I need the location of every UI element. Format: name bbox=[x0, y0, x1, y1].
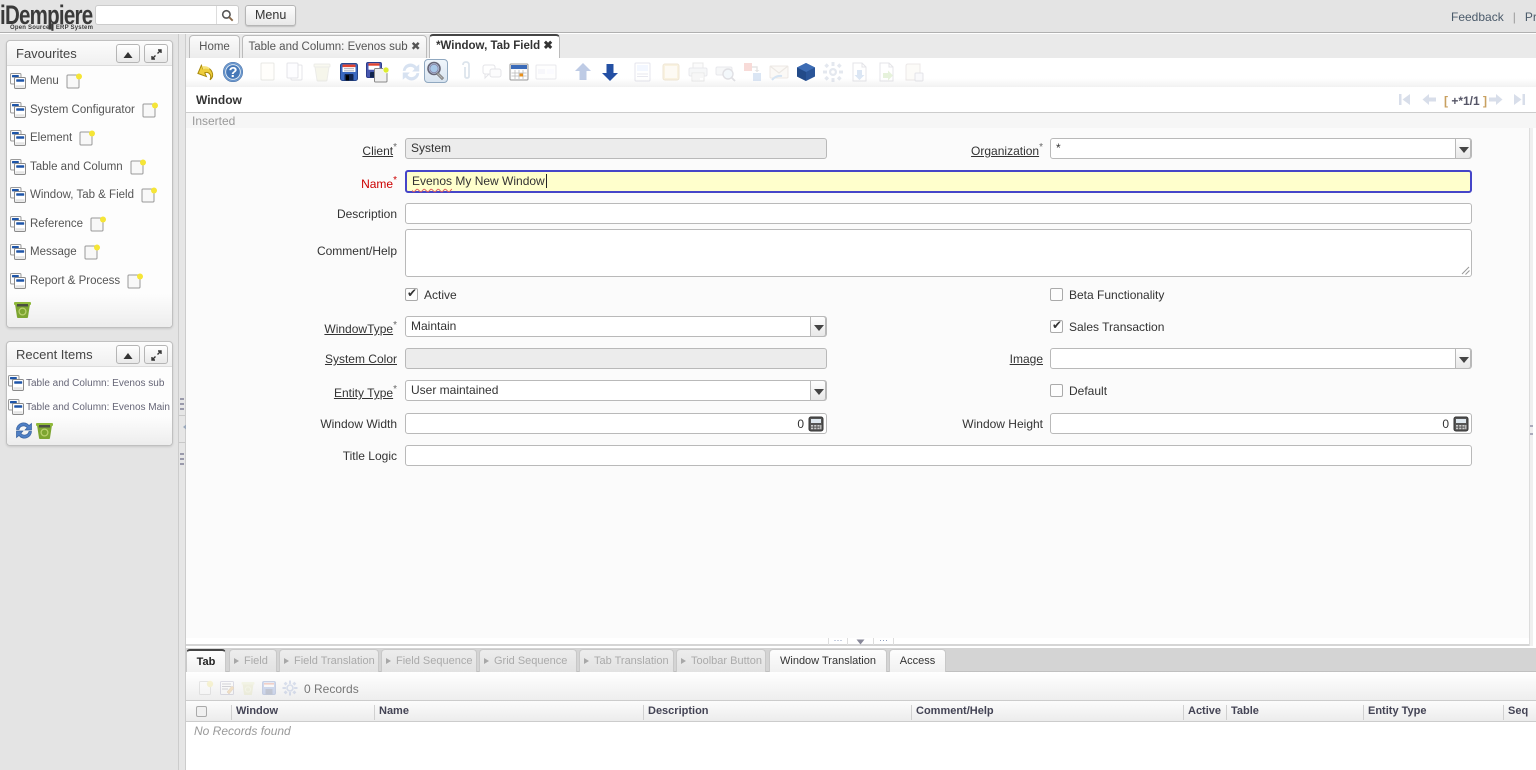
svg-text:?: ? bbox=[229, 65, 238, 81]
